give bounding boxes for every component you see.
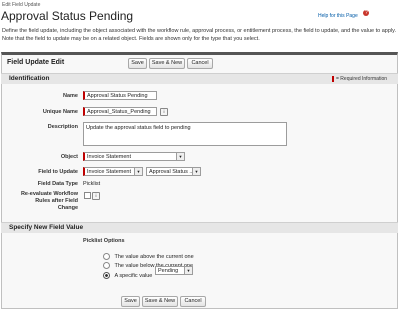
reevaluate-label-line-2: Rules after Field [35,198,78,204]
new-value-section-title: Specify New Field Value [9,224,84,231]
radio-specific-value[interactable]: A specific value [103,267,153,280]
chevron-down-icon: ▼ [134,168,142,175]
field-select[interactable]: Approval Status ... ▼ [146,167,201,176]
field-select-value: Approval Status ... [149,169,194,175]
unique-name-info-icon[interactable]: i [160,108,168,116]
new-value-section-header: Specify New Field Value [1,222,398,233]
cancel-button[interactable]: Cancel [187,58,213,69]
radio-value-above[interactable]: The value above the current one [103,248,194,261]
picklist-options-label: Picklist Options [83,238,125,244]
field-object-select[interactable]: Invoice Statement ▼ [83,167,143,176]
field-data-type-label: Field Data Type [37,181,78,187]
page-subtitle: Edit Field Update [2,2,41,8]
help-link-label[interactable]: Help for this Page [318,13,358,19]
specific-value-select-value: Pending [158,268,179,274]
field-to-update-label: Field to Update [38,169,78,175]
required-marker [332,76,334,82]
radio-value-below[interactable]: The value below the current one [103,257,193,270]
name-input[interactable]: Approval Status Pending [83,91,157,100]
page-title: Approval Status Pending [1,9,134,23]
object-select[interactable]: Invoice Statement ▼ [83,152,185,161]
save-button[interactable]: Save [128,58,147,69]
reevaluate-label-line-1: Re-evaluate Workflow [20,191,78,197]
help-link[interactable]: Help for this Page ? [318,4,370,19]
field-data-type-value: Picklist [83,181,101,187]
name-label: Name [63,93,78,99]
required-info-text: = Required Information [336,76,388,82]
cancel-button-bottom[interactable]: Cancel [180,296,206,307]
help-icon[interactable]: ? [363,9,370,16]
object-label: Object [60,154,78,160]
page-description: Define the field update, including the o… [2,28,396,42]
block-title: Field Update Edit [7,59,65,66]
save-button-bottom[interactable]: Save [121,296,140,307]
object-select-value: Invoice Statement [87,154,132,160]
radio-specific-value-label: A specific value [114,272,153,279]
unique-name-input[interactable]: Approval_Status_Pending [83,107,157,116]
reevaluate-info-icon[interactable]: i [92,192,100,200]
reevaluate-checkbox[interactable] [84,192,91,199]
specific-value-select[interactable]: Pending ▼ [155,266,193,275]
reevaluate-label: Re-evaluate Workflow Rules after Field C… [0,191,78,212]
save-new-button-bottom[interactable]: Save & New [142,296,178,307]
chevron-down-icon: ▼ [176,153,184,160]
save-new-button[interactable]: Save & New [149,58,185,69]
chevron-down-icon: ▼ [184,267,192,274]
unique-name-label: Unique Name [42,109,78,115]
description-label: Description [47,124,78,130]
chevron-down-icon: ▼ [192,168,200,175]
description-textarea[interactable]: Update the approval status field to pend… [83,122,287,146]
identification-section-title: Identification [9,75,50,82]
reevaluate-label-line-3: Change [57,205,78,211]
field-object-select-value: Invoice Statement [87,169,132,175]
